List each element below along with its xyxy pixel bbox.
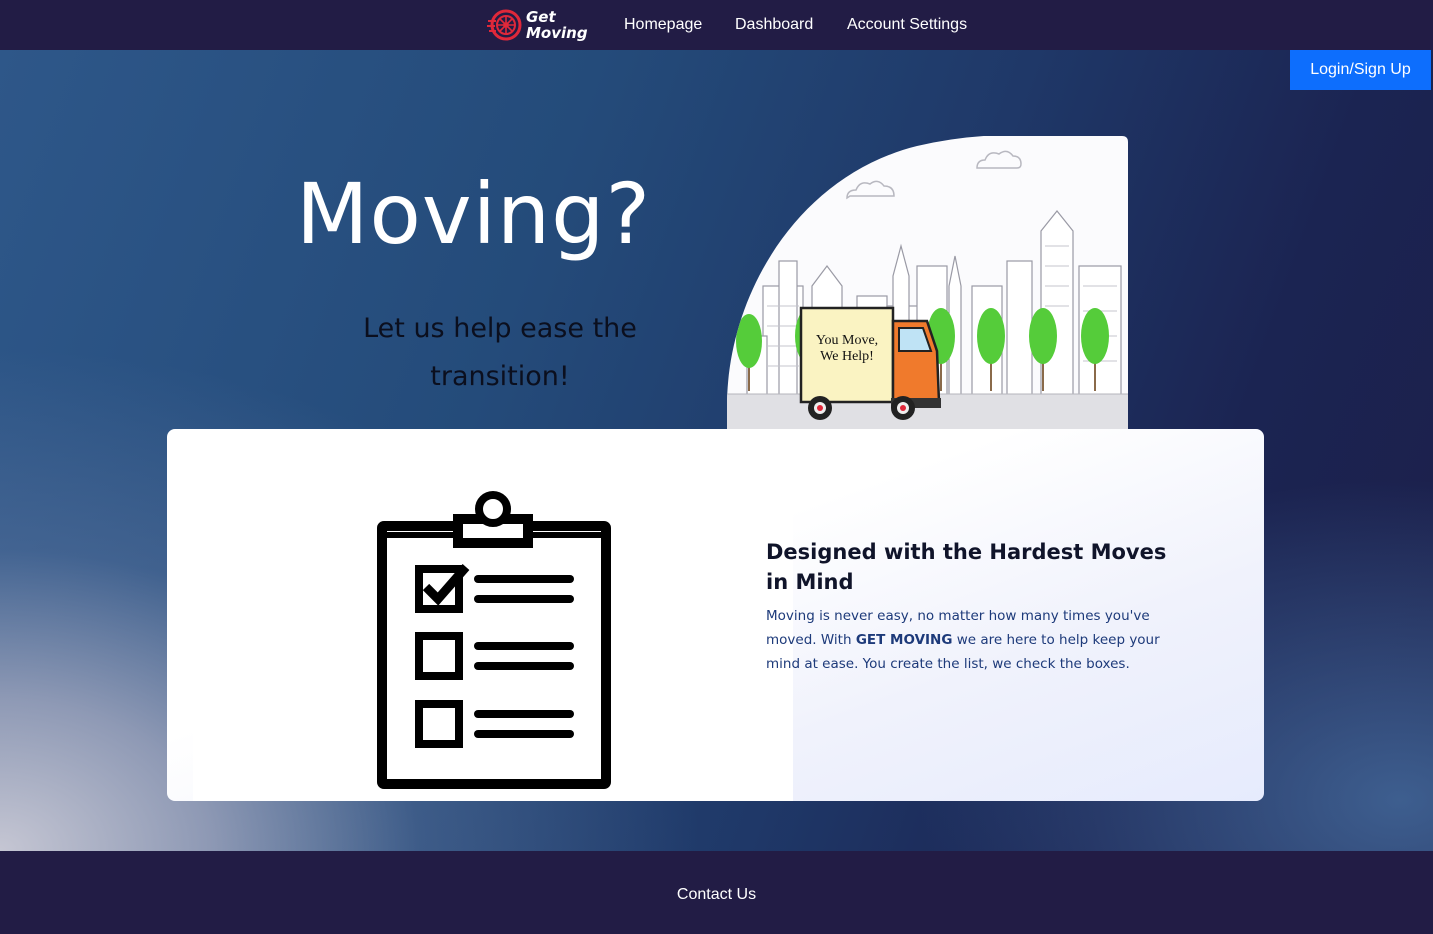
top-navbar: Get Moving Homepage Dashboard Account Se… [0,0,1433,50]
brand-name: Get Moving [526,9,588,41]
nav-link-homepage[interactable]: Homepage [624,16,702,34]
moving-truck-illustration: You Move, We Help! [727,136,1128,436]
nav-link-dashboard[interactable]: Dashboard [735,16,813,34]
feature-card: Designed with the Hardest Moves in Mind … [167,429,1264,801]
brand-logo-link[interactable]: Get Moving [486,4,596,46]
feature-description: Moving is never easy, no matter how many… [766,604,1196,676]
truck-sign-line-1: You Move, [816,333,878,348]
tire-icon [487,9,522,41]
feature-brand-emphasis: GET MOVING [855,632,953,648]
brand-line-1: Get [526,8,556,26]
nav-link-account-settings[interactable]: Account Settings [847,16,967,34]
login-signup-button[interactable]: Login/Sign Up [1290,50,1431,90]
feature-heading: Designed with the Hardest Moves in Mind [766,540,1167,594]
moving-truck-icon: You Move, We Help! [799,306,941,420]
truck-sign-line-2: We Help! [820,349,874,364]
brand-line-2: Moving [526,24,588,42]
checklist-clipboard-icon [377,491,611,789]
feature-image-panel [193,472,793,801]
footer: Contact Us [0,851,1433,934]
hero-title: Moving? [296,165,652,263]
hero-subtitle: Let us help ease the transition! [363,313,637,392]
contact-us-link[interactable]: Contact Us [0,886,1433,904]
